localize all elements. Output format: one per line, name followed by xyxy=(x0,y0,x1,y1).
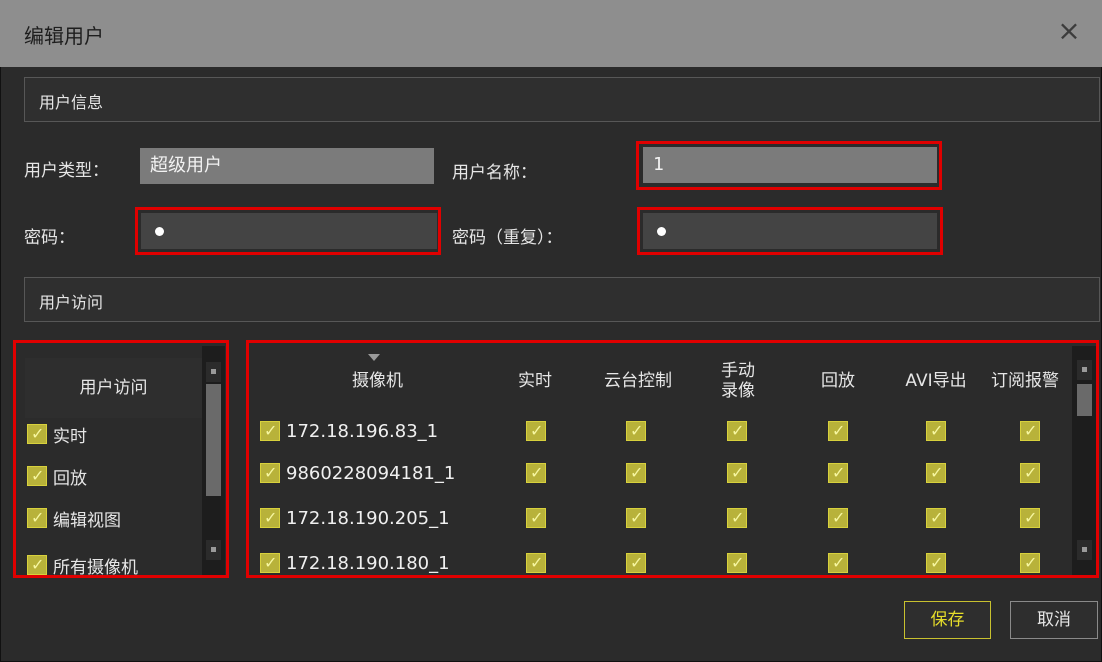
scroll-up-button[interactable] xyxy=(206,362,221,382)
checkbox-avi-export[interactable] xyxy=(926,508,946,528)
table-header: 摄像机 实时 云台控制 手动 录像 回放 AVI导出 订阅报警 xyxy=(250,346,1072,418)
password-label: 密码： xyxy=(24,228,75,248)
access-item-label: 回放 xyxy=(53,468,87,489)
close-icon[interactable]: × xyxy=(1054,14,1084,48)
access-item-label: 所有摄像机 xyxy=(53,557,138,578)
checkbox-subscribe-alarm[interactable] xyxy=(1020,421,1040,441)
checkbox-avi-export[interactable] xyxy=(926,421,946,441)
checkbox[interactable] xyxy=(27,424,47,444)
scroll-thumb[interactable] xyxy=(1077,384,1092,416)
checkbox-playback[interactable] xyxy=(828,553,848,573)
column-live[interactable]: 实时 xyxy=(505,346,565,418)
access-item-all-cameras[interactable]: 所有摄像机 xyxy=(27,548,138,578)
checkbox-subscribe-alarm[interactable] xyxy=(1020,508,1040,528)
column-manual-record[interactable]: 手动 录像 xyxy=(708,346,768,418)
access-list-header: 用户访问 xyxy=(25,358,202,418)
access-item-live[interactable]: 实时 xyxy=(27,417,87,451)
password-input[interactable] xyxy=(141,213,437,249)
user-type-field: 超级用户 xyxy=(140,148,434,184)
checkbox-manual-record[interactable] xyxy=(727,553,747,573)
checkbox[interactable] xyxy=(260,421,280,441)
checkbox[interactable] xyxy=(260,463,280,483)
camera-name: 172.18.190.180_1 xyxy=(286,552,450,574)
column-subscribe-alarm[interactable]: 订阅报警 xyxy=(978,346,1072,418)
camera-name: 9860228094181_1 xyxy=(286,462,456,484)
access-list-panel: 用户访问 实时 回放 编辑视图 所有摄像机 xyxy=(19,346,227,578)
checkbox[interactable] xyxy=(27,555,47,575)
checkbox[interactable] xyxy=(260,553,280,573)
scroll-up-button[interactable] xyxy=(1077,360,1092,380)
checkbox-live[interactable] xyxy=(526,508,546,528)
checkbox-avi-export[interactable] xyxy=(926,463,946,483)
camera-permission-table: 摄像机 实时 云台控制 手动 录像 回放 AVI导出 订阅报警 172.18.1… xyxy=(250,346,1097,578)
checkbox-playback[interactable] xyxy=(828,421,848,441)
camera-name: 172.18.196.83_1 xyxy=(286,420,439,442)
access-item-label: 编辑视图 xyxy=(53,510,121,531)
checkbox[interactable] xyxy=(27,508,47,528)
checkbox-ptz-control[interactable] xyxy=(626,553,646,573)
section-user-info-title: 用户信息 xyxy=(39,93,104,112)
checkbox-manual-record[interactable] xyxy=(727,463,747,483)
checkbox-live[interactable] xyxy=(526,553,546,573)
access-item-edit-view[interactable]: 编辑视图 xyxy=(27,501,121,535)
checkbox-playback[interactable] xyxy=(828,508,848,528)
access-list-scrollbar[interactable] xyxy=(202,346,225,578)
checkbox-subscribe-alarm[interactable] xyxy=(1020,553,1040,573)
column-avi-export[interactable]: AVI导出 xyxy=(890,346,982,418)
checkbox-ptz-control[interactable] xyxy=(626,508,646,528)
user-name-label: 用户名称： xyxy=(452,163,537,183)
scroll-down-button[interactable] xyxy=(1077,540,1092,560)
section-user-access-title: 用户访问 xyxy=(39,293,104,312)
dialog-titlebar: 编辑用户 × xyxy=(0,0,1102,67)
camera-name-cell[interactable]: 172.18.190.205_1 xyxy=(260,497,450,539)
checkbox-live[interactable] xyxy=(526,421,546,441)
section-user-access: 用户访问 xyxy=(24,277,1100,322)
checkbox[interactable] xyxy=(260,508,280,528)
section-user-info: 用户信息 xyxy=(24,77,1100,122)
access-item-label: 实时 xyxy=(53,426,87,447)
password-mask-dot xyxy=(657,227,666,236)
checkbox-ptz-control[interactable] xyxy=(626,421,646,441)
checkbox-avi-export[interactable] xyxy=(926,553,946,573)
checkbox[interactable] xyxy=(27,466,47,486)
password-repeat-label: 密码（重复）： xyxy=(452,228,563,248)
table-row[interactable]: 172.18.196.83_1 xyxy=(250,410,1072,452)
scroll-thumb[interactable] xyxy=(206,384,221,496)
checkbox-manual-record[interactable] xyxy=(727,508,747,528)
user-name-input[interactable]: 1 xyxy=(643,147,937,183)
camera-name-cell[interactable]: 172.18.196.83_1 xyxy=(260,410,438,452)
checkbox-subscribe-alarm[interactable] xyxy=(1020,463,1040,483)
table-row[interactable]: 9860228094181_1 xyxy=(250,452,1072,494)
table-row[interactable]: 172.18.190.205_1 xyxy=(250,497,1072,539)
checkbox-playback[interactable] xyxy=(828,463,848,483)
password-mask-dot xyxy=(155,227,164,236)
checkbox-ptz-control[interactable] xyxy=(626,463,646,483)
save-button[interactable]: 保存 xyxy=(904,601,991,639)
table-row[interactable]: 172.18.190.180_1 xyxy=(250,542,1072,578)
camera-name-cell[interactable]: 172.18.190.180_1 xyxy=(260,542,450,578)
camera-name: 172.18.190.205_1 xyxy=(286,507,450,529)
checkbox-live[interactable] xyxy=(526,463,546,483)
dialog-title: 编辑用户 xyxy=(24,24,104,48)
column-ptz-control[interactable]: 云台控制 xyxy=(588,346,688,418)
checkbox-manual-record[interactable] xyxy=(727,421,747,441)
scroll-down-button[interactable] xyxy=(206,540,221,560)
access-item-playback[interactable]: 回放 xyxy=(27,459,87,493)
column-camera[interactable]: 摄像机 xyxy=(250,346,505,418)
column-playback[interactable]: 回放 xyxy=(808,346,868,418)
cancel-button[interactable]: 取消 xyxy=(1010,601,1098,639)
user-type-label: 用户类型： xyxy=(24,161,109,181)
password-repeat-input[interactable] xyxy=(643,213,937,249)
camera-table-scrollbar[interactable] xyxy=(1072,346,1097,578)
camera-name-cell[interactable]: 9860228094181_1 xyxy=(260,452,455,494)
